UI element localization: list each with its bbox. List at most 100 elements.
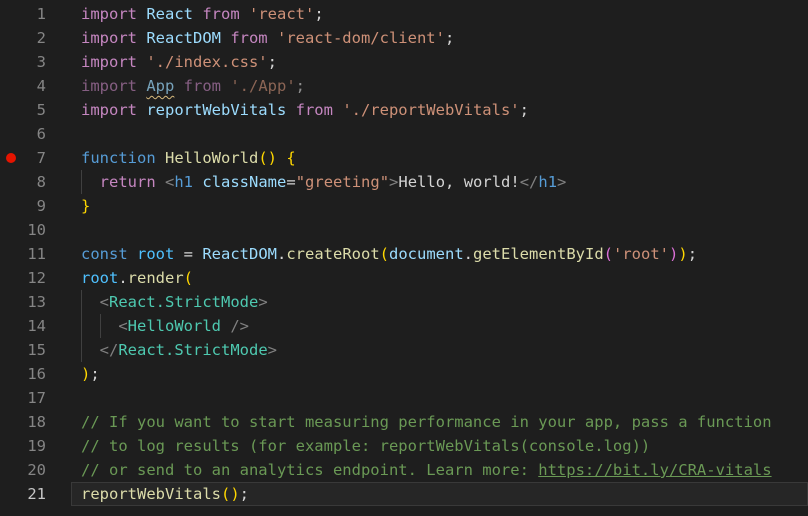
code-line-content[interactable]: const root = ReactDOM.createRoot(documen…: [46, 242, 808, 266]
code-token: // or send to an analytics endpoint. Lea…: [81, 461, 538, 479]
code-token: >: [258, 293, 267, 311]
line-number[interactable]: 17: [26, 386, 46, 410]
line-number[interactable]: 1: [26, 2, 46, 26]
code-token: root: [137, 245, 174, 263]
line-number[interactable]: 7: [26, 146, 46, 170]
code-token: 'root': [613, 245, 669, 263]
code-token: React: [146, 5, 193, 23]
line-number[interactable]: 11: [26, 242, 46, 266]
code-line-content[interactable]: import './index.css';: [46, 50, 808, 74]
code-token: {: [286, 149, 295, 167]
line-number[interactable]: 15: [26, 338, 46, 362]
code-editor[interactable]: 1import React from 'react';2import React…: [0, 0, 808, 516]
breakpoint-gutter[interactable]: [0, 74, 26, 98]
code-token: </: [520, 173, 539, 191]
code-token: .: [464, 245, 473, 263]
code-token: Hello, world!: [398, 173, 519, 191]
code-line-content[interactable]: // If you want to start measuring perfor…: [46, 410, 808, 434]
code-line-content[interactable]: );: [46, 362, 808, 386]
code-line-content[interactable]: import App from './App';: [46, 74, 808, 98]
breakpoint-icon[interactable]: [6, 153, 16, 163]
code-token: import: [81, 29, 146, 47]
line-number[interactable]: 5: [26, 98, 46, 122]
line-number[interactable]: 2: [26, 26, 46, 50]
breakpoint-gutter[interactable]: [0, 170, 26, 194]
breakpoint-gutter[interactable]: [0, 50, 26, 74]
code-line-content[interactable]: [46, 122, 808, 146]
line-number[interactable]: 19: [26, 434, 46, 458]
code-line: 3import './index.css';: [0, 50, 808, 74]
code-line: 12root.render(: [0, 266, 808, 290]
code-line: 5import reportWebVitals from './reportWe…: [0, 98, 808, 122]
code-token: ;: [90, 365, 99, 383]
breakpoint-gutter[interactable]: [0, 122, 26, 146]
breakpoint-gutter[interactable]: [0, 434, 26, 458]
code-line-content[interactable]: function HelloWorld() {: [46, 146, 808, 170]
code-line-content[interactable]: // or send to an analytics endpoint. Lea…: [46, 458, 808, 482]
breakpoint-gutter[interactable]: [0, 362, 26, 386]
breakpoint-gutter[interactable]: [0, 2, 26, 26]
code-token: getElementById: [473, 245, 604, 263]
line-number[interactable]: 12: [26, 266, 46, 290]
code-line-content[interactable]: [46, 386, 808, 410]
code-line: 10: [0, 218, 808, 242]
code-line: 4import App from './App';: [0, 74, 808, 98]
line-number[interactable]: 20: [26, 458, 46, 482]
code-line-content[interactable]: import ReactDOM from 'react-dom/client';: [46, 26, 808, 50]
line-number[interactable]: 6: [26, 122, 46, 146]
breakpoint-gutter[interactable]: [0, 98, 26, 122]
breakpoint-gutter[interactable]: [0, 314, 26, 338]
line-number[interactable]: 4: [26, 74, 46, 98]
code-token: ;: [268, 53, 277, 71]
code-line: 9}: [0, 194, 808, 218]
code-token: ;: [240, 485, 249, 503]
code-token: [221, 317, 230, 335]
breakpoint-gutter[interactable]: [0, 146, 26, 170]
line-number[interactable]: 14: [26, 314, 46, 338]
code-line-content[interactable]: return <h1 className="greeting">Hello, w…: [46, 170, 808, 194]
code-token: from: [174, 77, 230, 95]
breakpoint-gutter[interactable]: [0, 26, 26, 50]
line-number[interactable]: 16: [26, 362, 46, 386]
line-number[interactable]: 3: [26, 50, 46, 74]
breakpoint-gutter[interactable]: [0, 218, 26, 242]
line-number[interactable]: 18: [26, 410, 46, 434]
line-number[interactable]: 9: [26, 194, 46, 218]
code-token: ): [678, 245, 687, 263]
breakpoint-gutter[interactable]: [0, 290, 26, 314]
code-line-content[interactable]: import reportWebVitals from './reportWeb…: [46, 98, 808, 122]
breakpoint-gutter[interactable]: [0, 482, 26, 506]
code-line: 6: [0, 122, 808, 146]
line-number[interactable]: 10: [26, 218, 46, 242]
code-line-content[interactable]: }: [46, 194, 808, 218]
code-line: 2import ReactDOM from 'react-dom/client'…: [0, 26, 808, 50]
line-number[interactable]: 21: [26, 482, 46, 506]
code-line-content[interactable]: // to log results (for example: reportWe…: [46, 434, 808, 458]
line-number[interactable]: 13: [26, 290, 46, 314]
code-line-content[interactable]: root.render(: [46, 266, 808, 290]
code-token: ;: [296, 77, 305, 95]
code-token: (): [258, 149, 277, 167]
code-token: ): [81, 365, 90, 383]
code-token: >: [389, 173, 398, 191]
code-line-content[interactable]: <React.StrictMode>: [46, 290, 808, 314]
code-line-content[interactable]: <HelloWorld />: [46, 314, 808, 338]
code-token: ;: [445, 29, 454, 47]
breakpoint-gutter[interactable]: [0, 194, 26, 218]
code-line-content[interactable]: import React from 'react';: [46, 2, 808, 26]
breakpoint-gutter[interactable]: [0, 410, 26, 434]
breakpoint-gutter[interactable]: [0, 458, 26, 482]
breakpoint-gutter[interactable]: [0, 338, 26, 362]
code-token[interactable]: https://bit.ly/CRA-vitals: [538, 461, 771, 479]
code-line: 8 return <h1 className="greeting">Hello,…: [0, 170, 808, 194]
breakpoint-gutter[interactable]: [0, 266, 26, 290]
code-line-content[interactable]: [46, 218, 808, 242]
breakpoint-gutter[interactable]: [0, 386, 26, 410]
breakpoint-gutter[interactable]: [0, 242, 26, 266]
code-line-content[interactable]: reportWebVitals();: [46, 482, 808, 506]
code-token: React.StrictMode: [118, 341, 267, 359]
code-line-content[interactable]: </React.StrictMode>: [46, 338, 808, 362]
code-token: reportWebVitals: [146, 101, 286, 119]
code-token: [193, 173, 202, 191]
line-number[interactable]: 8: [26, 170, 46, 194]
